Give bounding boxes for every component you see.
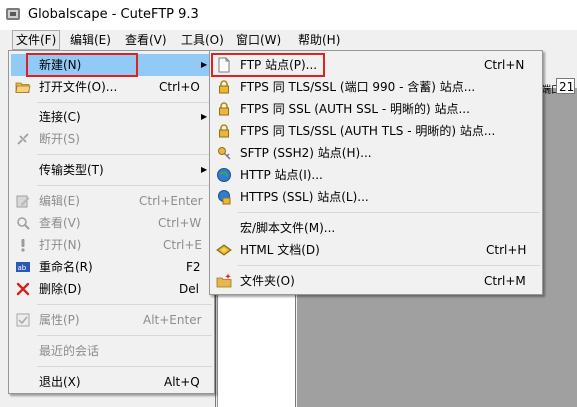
menu-separator [37,185,212,186]
menu-item-shortcut: Ctrl+W [158,216,202,230]
menu-item-disconnect[interactable]: 断开(S) [11,128,212,150]
menu-separator [37,304,212,305]
delete-x-icon [16,282,30,296]
menu-item-exit[interactable]: 退出(X) Alt+Q [11,371,212,393]
menu-item-ftps-tls[interactable]: FTPS 同 TLS/SSL (AUTH TLS - 明晰的) 站点... [212,120,540,142]
menu-item-label: 编辑(E) [39,194,80,208]
menu-edit[interactable]: 编辑(E) [67,31,114,49]
menu-item-label: 重命名(R) [39,260,93,274]
menu-item-ftps-implicit[interactable]: FTPS 同 TLS/SSL (端口 990 - 含蓄) 站点... [212,76,540,98]
menu-item-shortcut: Ctrl+N [484,58,525,72]
callout-box-new [26,53,138,77]
secure-globe-icon [218,190,231,205]
new-submenu: FTP 站点(P)... Ctrl+N FTPS 同 TLS/SSL (端口 9… [209,50,543,295]
menu-item-delete[interactable]: 删除(D) Del [11,278,212,300]
menu-tools[interactable]: 工具(O) [178,31,227,49]
menu-item-label: 文件夹(O) [240,274,295,288]
menu-item-shortcut: Ctrl+O [159,80,200,94]
menu-item-sftp[interactable]: SFTP (SSH2) 站点(H)... [212,142,540,164]
port-input[interactable]: 21 [556,78,575,94]
file-menu: 新建(N) ▶ 打开文件(O)... Ctrl+O 连接(C) ▶ 断开(S) … [8,50,215,394]
new-folder-icon [216,273,232,288]
menu-separator [37,366,212,367]
menu-item-ftps-ssl[interactable]: FTPS 同 SSL (AUTH SSL - 明晰的) 站点... [212,98,540,120]
submenu-arrow-icon: ▶ [201,60,208,69]
menu-item-label: 查看(V) [39,216,81,230]
window-title: Globalscape - CuteFTP 9.3 [28,7,199,22]
lock-icon [219,80,229,94]
menu-help[interactable]: 帮助(H) [295,31,343,49]
menu-separator [238,212,540,213]
globe-icon [217,168,231,182]
html-document-icon [216,244,232,256]
menu-item-view[interactable]: 查看(V) Ctrl+W [11,212,212,234]
menu-item-shortcut: Del [179,282,199,296]
menu-item-https[interactable]: HTTPS (SSL) 站点(L)... [212,186,540,208]
svg-text:ab: ab [18,264,27,272]
lock-icon [219,102,229,116]
folder-open-icon [15,82,31,93]
cuteftp-app-icon [6,8,20,20]
menu-item-shortcut: Alt+Q [164,375,200,389]
view-icon [17,217,30,230]
menu-separator [238,265,540,266]
title-bar: Globalscape - CuteFTP 9.3 [0,0,577,30]
menu-item-shortcut: Ctrl+M [484,274,526,288]
menu-item-connect[interactable]: 连接(C) ▶ [11,106,212,128]
callout-box-ftp-site [211,53,325,77]
menu-item-label: FTPS 同 SSL (AUTH SSL - 明晰的) 站点... [240,102,470,116]
menu-view[interactable]: 查看(V) [122,31,170,49]
menu-item-open-file[interactable]: 打开文件(O)... Ctrl+O [11,76,212,98]
menu-item-shortcut: Ctrl+Enter [139,194,203,208]
menu-item-html-doc[interactable]: HTML 文档(D) Ctrl+H [212,239,540,261]
menu-item-macro[interactable]: 宏/脚本文件(M)... [212,217,540,239]
disconnect-icon [17,133,29,145]
exclamation-icon [21,239,25,252]
menu-item-label: 删除(D) [39,282,82,296]
menu-item-label: HTML 文档(D) [240,243,320,257]
menu-item-http[interactable]: HTTP 站点(I)... [212,164,540,186]
menu-item-transfer-type[interactable]: 传输类型(T) ▶ [11,159,212,181]
menu-item-recent-sessions[interactable]: 最近的会话 [11,340,212,362]
menu-item-label: SFTP (SSH2) 站点(H)... [240,146,372,160]
sftp-key-icon [218,147,231,160]
menu-item-edit[interactable]: 编辑(E) Ctrl+Enter [11,190,212,212]
rename-icon: ab [16,262,30,272]
menu-item-shortcut: Ctrl+E [163,238,202,252]
menu-item-shortcut: Alt+Enter [143,313,202,327]
submenu-arrow-icon: ▶ [201,112,208,121]
menu-item-label: FTPS 同 TLS/SSL (端口 990 - 含蓄) 站点... [240,80,476,94]
menu-separator [37,154,212,155]
menu-item-label: 属性(P) [39,313,80,327]
menu-item-folder[interactable]: 文件夹(O) Ctrl+M [212,270,540,292]
menu-item-label: 打开(N) [39,238,82,252]
menu-item-label: HTTP 站点(I)... [240,168,323,182]
menu-file[interactable]: 文件(F) [12,30,61,50]
menu-item-label: HTTPS (SSL) 站点(L)... [240,190,369,204]
menu-item-label: 连接(C) [39,110,81,124]
menu-separator [37,335,212,336]
submenu-arrow-icon: ▶ [201,165,208,174]
menu-item-shortcut: F2 [186,260,201,274]
menu-window[interactable]: 窗口(W) [233,31,284,49]
lock-icon [219,124,229,138]
menu-item-label: 传输类型(T) [39,163,104,177]
menu-item-open[interactable]: 打开(N) Ctrl+E [11,234,212,256]
edit-icon [16,195,30,208]
menu-bar: 文件(F) 编辑(E) 查看(V) 工具(O) 窗口(W) 帮助(H) [0,30,577,50]
menu-item-properties[interactable]: 属性(P) Alt+Enter [11,309,212,331]
menu-item-rename[interactable]: ab 重命名(R) F2 [11,256,212,278]
menu-item-label: 退出(X) [39,375,81,389]
menu-item-shortcut: Ctrl+H [486,243,527,257]
menu-item-label: 断开(S) [39,132,80,146]
properties-icon [16,313,30,327]
menu-item-label: FTPS 同 TLS/SSL (AUTH TLS - 明晰的) 站点... [240,124,496,138]
menu-item-label: 宏/脚本文件(M)... [240,221,336,235]
menu-item-label: 最近的会话 [39,344,100,358]
menu-item-label: 打开文件(O)... [39,80,118,94]
menu-separator [37,102,212,103]
